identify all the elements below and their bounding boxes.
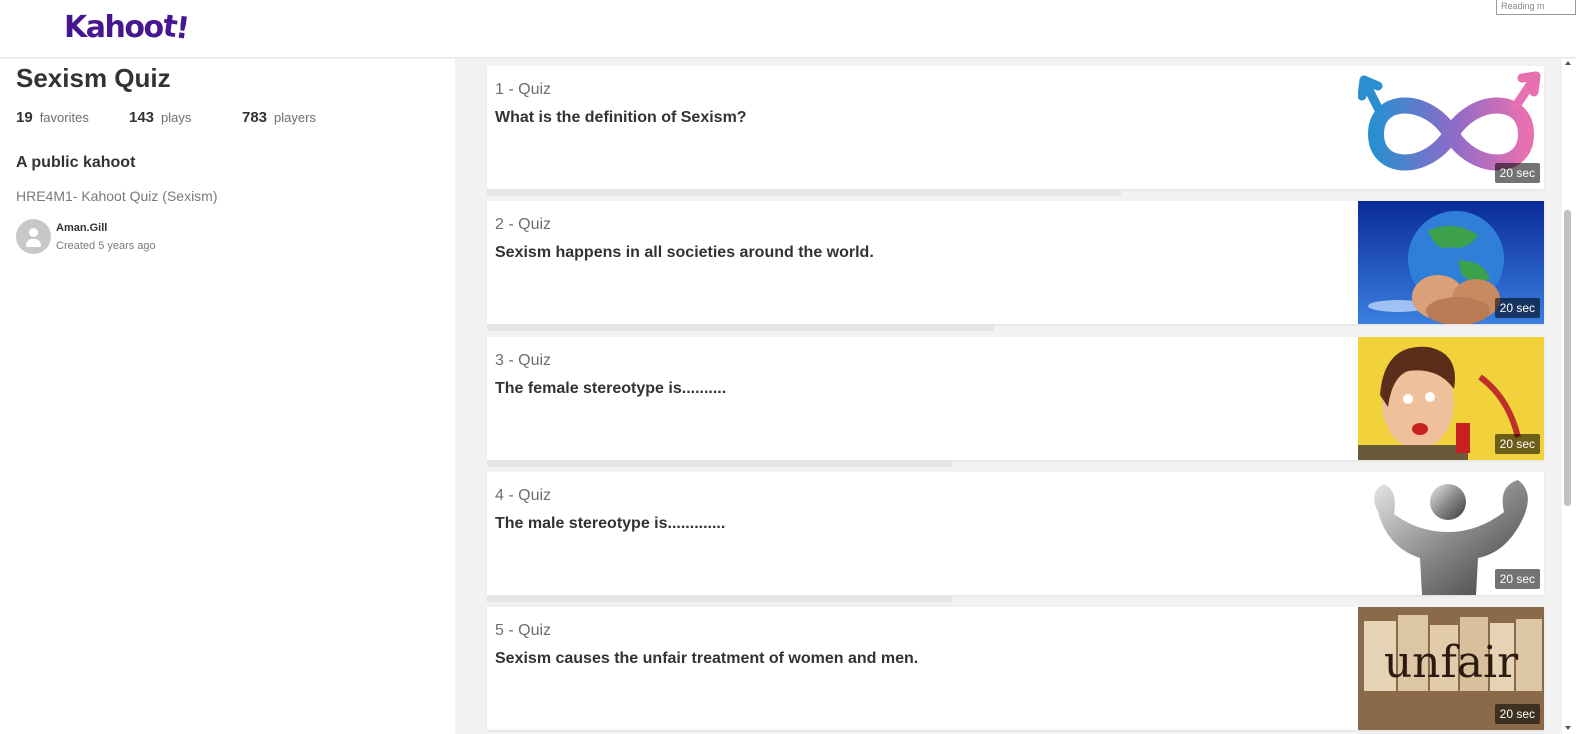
question-type: 4 - Quiz [495, 487, 552, 504]
globe-hands-image: 20 sec [1358, 201, 1544, 324]
question-text: Sexism causes the unfair treatment of wo… [495, 650, 919, 667]
question-card[interactable]: 5 - Quiz Sexism causes the unfair treatm… [487, 607, 1544, 730]
visibility-label: A public kahoot [16, 154, 136, 171]
question-progress-bar [487, 461, 952, 467]
question-progress-bar [487, 325, 994, 331]
time-limit-badge: 20 sec [1494, 704, 1540, 724]
question-type: 5 - Quiz [495, 622, 552, 639]
vintage-woman-ad-image: 20 sec [1358, 337, 1544, 460]
players-count: 783 [242, 109, 268, 126]
questions-list: 1 - Quiz What is the definition of Sexis… [455, 59, 1562, 734]
favorites-label: favorites [39, 110, 89, 125]
time-limit-badge: 20 sec [1494, 434, 1540, 454]
kahoot-title: Sexism Quiz [16, 63, 171, 93]
question-progress-bar [487, 596, 952, 602]
time-limit-badge: 20 sec [1494, 163, 1540, 183]
vertical-scrollbar[interactable] [1562, 59, 1576, 734]
unfair-image-text: unfair [1384, 637, 1519, 688]
kahoot-stats: 19 favorites 143 plays 783 players [16, 109, 316, 126]
reading-mode-button[interactable]: Reading m [1496, 0, 1576, 15]
time-limit-badge: 20 sec [1494, 298, 1540, 318]
favorites-stat: 19 favorites [16, 109, 129, 126]
question-card[interactable]: 2 - Quiz Sexism happens in all societies… [487, 201, 1544, 324]
top-bar: Kahoot! Reading m [0, 0, 1576, 58]
plays-label: plays [161, 110, 192, 125]
plays-stat: 143 plays [129, 109, 242, 126]
players-stat: 783 players [242, 109, 316, 126]
question-text: What is the definition of Sexism? [495, 109, 747, 126]
question-card[interactable]: 3 - Quiz The female stereotype is.......… [487, 337, 1544, 460]
question-card[interactable]: 1 - Quiz What is the definition of Sexis… [487, 66, 1544, 189]
question-type: 3 - Quiz [495, 352, 552, 369]
favorites-count: 19 [16, 109, 33, 126]
logo-text: Kahoo [64, 10, 164, 45]
metal-muscle-statue-image: 20 sec [1358, 472, 1544, 595]
avatar-person-icon [29, 228, 38, 237]
kahoot-logo[interactable]: Kahoot! [64, 8, 190, 47]
question-card[interactable]: 4 - Quiz The male stereotype is.........… [487, 472, 1544, 595]
players-label: players [274, 110, 316, 125]
creator-name[interactable]: Aman.Gill [56, 222, 156, 234]
unfair-newspaper-letters-image: unfair 20 sec [1358, 607, 1544, 730]
question-type: 2 - Quiz [495, 216, 552, 233]
avatar[interactable] [16, 219, 51, 254]
kahoot-details-panel: Sexism Quiz 19 favorites 143 plays 783 p… [0, 59, 455, 734]
question-text: The female stereotype is.......... [495, 380, 727, 397]
question-text: The male stereotype is............. [495, 515, 726, 532]
logo-text-tail: t! [160, 8, 190, 47]
time-limit-badge: 20 sec [1494, 569, 1540, 589]
question-type: 1 - Quiz [495, 81, 552, 98]
created-date: Created 5 years ago [56, 239, 156, 252]
question-text: Sexism happens in all societies around t… [495, 244, 874, 261]
plays-count: 143 [129, 109, 155, 126]
question-progress-bar [487, 190, 1121, 196]
scroll-thumb[interactable] [1564, 210, 1571, 506]
infinity-gender-symbol-image: 20 sec [1358, 66, 1544, 189]
kahoot-description: HRE4M1- Kahoot Quiz (Sexism) [16, 188, 218, 204]
scroll-down-arrow-icon[interactable] [1565, 726, 1571, 730]
creator-info: Aman.Gill Created 5 years ago [16, 219, 156, 254]
scroll-up-arrow-icon[interactable] [1565, 61, 1571, 65]
